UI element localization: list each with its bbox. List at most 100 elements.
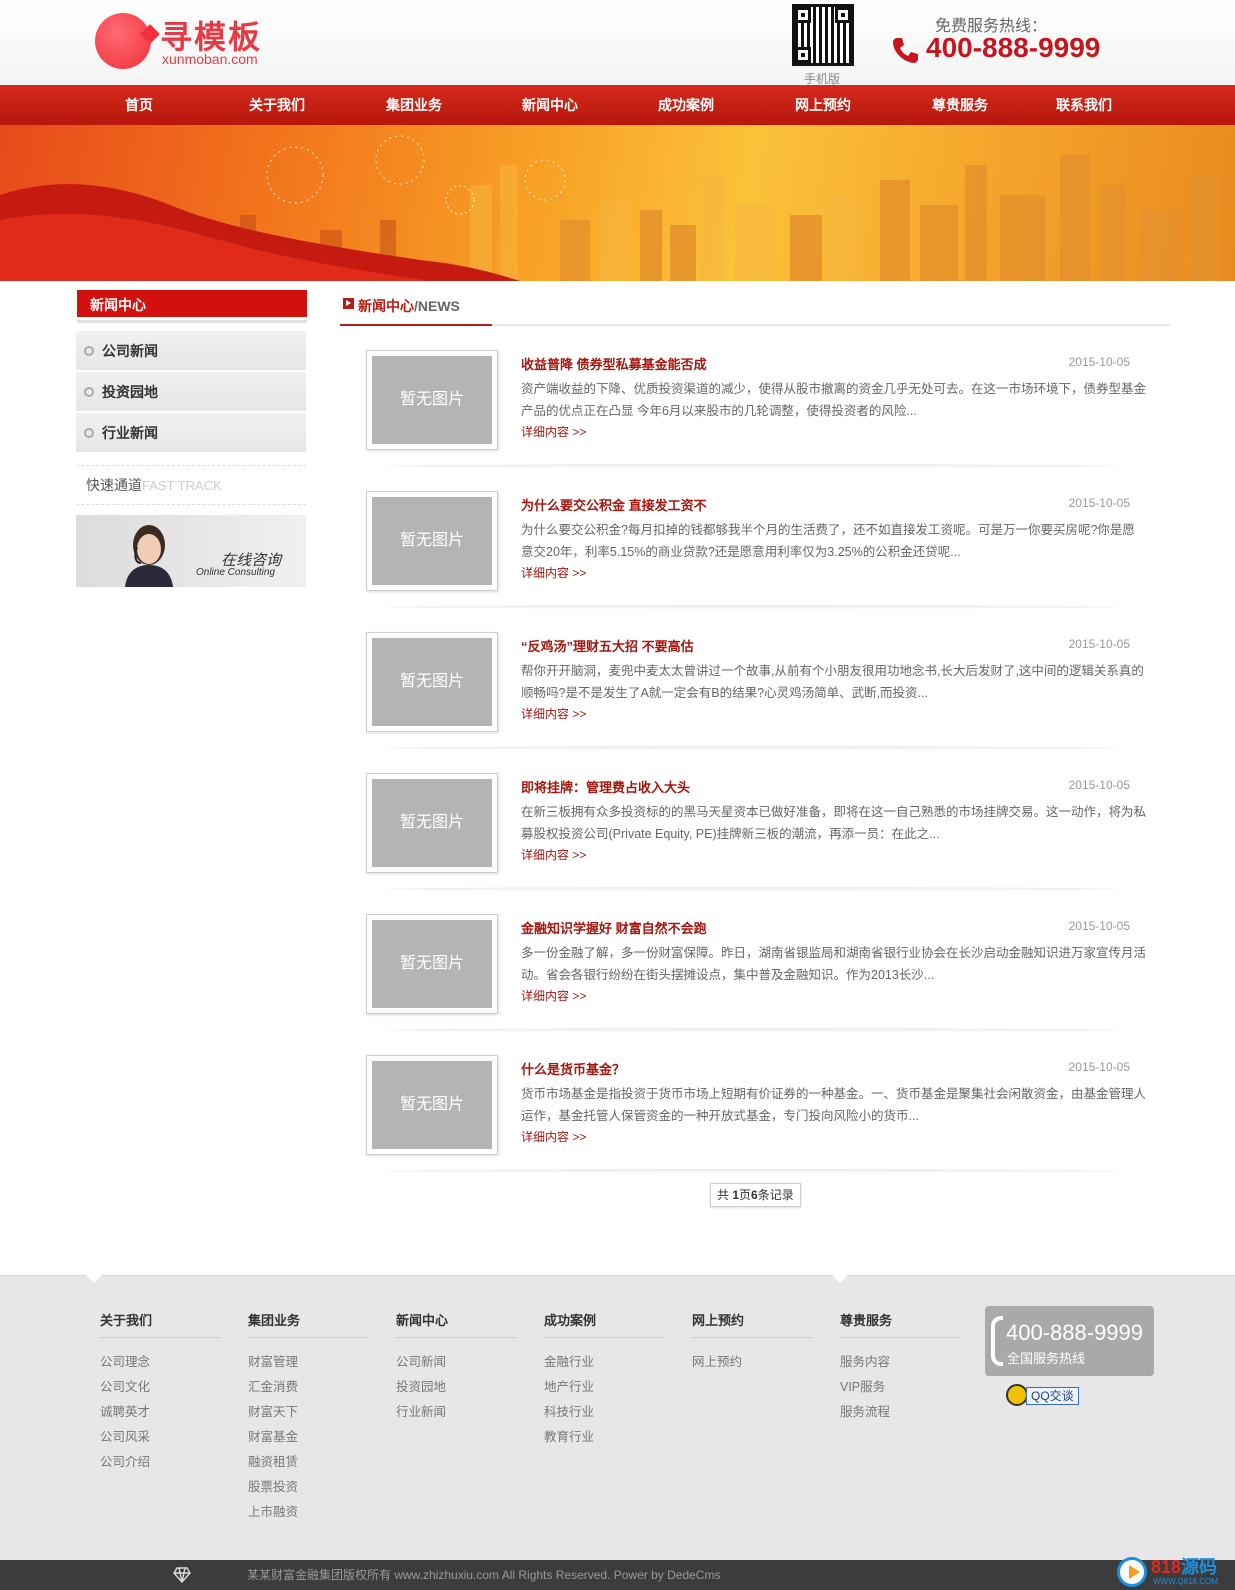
- news-summary: 多一份金融了解，多一份财富保障。昨日，湖南省银监局和湖南省银行业协会在长沙启动金…: [521, 946, 1147, 982]
- footer-column-about: 关于我们 公司理念 公司文化 诚聘英才 公司风采 公司介绍: [100, 1310, 220, 1475]
- footer-link[interactable]: 公司理念: [100, 1350, 220, 1375]
- nav-item-about[interactable]: 关于我们: [217, 85, 337, 125]
- watermark-brand: 818源码: [1151, 1557, 1218, 1577]
- copyright-text: 某某财富金融集团版权所有 www.zhizhuxiu.com All Right…: [247, 1568, 721, 1582]
- news-date: 2015-10-05: [1068, 1060, 1130, 1074]
- read-more-link[interactable]: 详细内容 >>: [521, 846, 586, 863]
- footer-column-cases: 成功案例 金融行业 地产行业 科技行业 教育行业: [544, 1310, 664, 1450]
- sidebar-item-investment[interactable]: 投资园地: [76, 372, 306, 412]
- footer-hotline-label: 全国服务热线: [1007, 1351, 1086, 1366]
- footer-notch: [832, 1275, 848, 1283]
- read-more-link[interactable]: 详细内容 >>: [521, 705, 586, 722]
- news-title[interactable]: “反鸡汤”理财五大招 不要高估: [521, 636, 694, 655]
- footer-column-booking: 网上预约 网上预约: [692, 1310, 812, 1375]
- sidebar-item-company-news[interactable]: 公司新闻: [76, 331, 306, 371]
- news-thumbnail[interactable]: 暂无图片: [366, 632, 498, 732]
- read-more-link[interactable]: 详细内容 >>: [521, 564, 586, 581]
- footer-link[interactable]: 地产行业: [544, 1375, 664, 1400]
- footer-column-heading: 新闻中心: [396, 1310, 516, 1338]
- news-thumbnail[interactable]: 暂无图片: [366, 1055, 498, 1155]
- list-item: 暂无图片 即将挂牌：管理费占收入大头 2015-10-05 在新三板拥有众多投资…: [366, 773, 1156, 914]
- sidebar-item-label: 公司新闻: [102, 342, 158, 359]
- list-item: 暂无图片 为什么要交公积金 直接发工资不 2015-10-05 为什么要交公积金…: [366, 491, 1156, 632]
- list-item: 暂无图片 什么是货币基金？ 2015-10-05 货币市场基金是指投资于货币市场…: [366, 1055, 1156, 1196]
- arrow-right-icon: [343, 298, 354, 309]
- footer-column-heading: 尊贵服务: [840, 1310, 960, 1338]
- footer-column-business: 集团业务 财富管理 汇金消费 财富天下 财富基金 融资租赁 股票投资 上市融资: [248, 1310, 368, 1525]
- bullet-icon: [84, 345, 94, 356]
- read-more-link[interactable]: 详细内容 >>: [521, 1128, 586, 1145]
- title-underline: [340, 324, 492, 326]
- footer-link[interactable]: 行业新闻: [396, 1400, 516, 1425]
- qr-code-icon: [792, 4, 854, 66]
- footer-link[interactable]: 汇金消费: [248, 1375, 368, 1400]
- footer-link[interactable]: 科技行业: [544, 1400, 664, 1425]
- nav-item-business[interactable]: 集团业务: [354, 85, 474, 125]
- news-thumbnail[interactable]: 暂无图片: [366, 491, 498, 591]
- sidebar-item-label: 行业新闻: [102, 424, 158, 441]
- footer-column-heading: 关于我们: [100, 1310, 220, 1338]
- news-summary: 在新三板拥有众多投资标的的黑马天星资本已做好准备，即将在这一自己熟悉的市场挂牌交…: [521, 805, 1147, 841]
- news-thumbnail[interactable]: 暂无图片: [366, 773, 498, 873]
- divider: [386, 887, 1118, 891]
- footer-link[interactable]: 融资租赁: [248, 1450, 368, 1475]
- footer-link[interactable]: 上市融资: [248, 1500, 368, 1525]
- footer-link[interactable]: 教育行业: [544, 1425, 664, 1450]
- footer-link[interactable]: 投资园地: [396, 1375, 516, 1400]
- footer-link[interactable]: 财富管理: [248, 1350, 368, 1375]
- online-consulting-banner[interactable]: 在线咨询 Online Consulting: [76, 515, 306, 587]
- footer-link[interactable]: 公司介绍: [100, 1450, 220, 1475]
- footer-link[interactable]: 诚聘英才: [100, 1400, 220, 1425]
- logo-icon[interactable]: [95, 13, 151, 69]
- nav-item-services[interactable]: 尊贵服务: [900, 85, 1020, 125]
- news-title[interactable]: 收益普降 债券型私募基金能否成: [521, 354, 707, 373]
- read-more-link[interactable]: 详细内容 >>: [521, 423, 586, 440]
- city-skyline-illustration: [0, 135, 1218, 281]
- footer-link[interactable]: 股票投资: [248, 1475, 368, 1500]
- news-thumbnail[interactable]: 暂无图片: [366, 350, 498, 450]
- sidebar-item-industry-news[interactable]: 行业新闻: [76, 413, 306, 453]
- news-summary: 资产端收益的下降、优质投资渠道的减少，使得从股市撤离的资金几乎无处可去。在这一市…: [521, 382, 1147, 418]
- footer-link[interactable]: 金融行业: [544, 1350, 664, 1375]
- footer-link[interactable]: 公司新闻: [396, 1350, 516, 1375]
- news-thumbnail[interactable]: 暂无图片: [366, 914, 498, 1014]
- fast-track-cn: 快速通道: [86, 477, 142, 493]
- news-title[interactable]: 什么是货币基金？: [521, 1059, 625, 1078]
- news-title[interactable]: 即将挂牌：管理费占收入大头: [521, 777, 690, 796]
- nav-item-contact[interactable]: 联系我们: [1024, 85, 1144, 125]
- list-item: 暂无图片 收益普降 债券型私募基金能否成 2015-10-05 资产端收益的下降…: [366, 350, 1156, 491]
- divider: [386, 605, 1118, 609]
- news-section-header: 新闻中心/NEWS: [340, 290, 1170, 326]
- footer-notch: [86, 1275, 102, 1283]
- nav-item-news[interactable]: 新闻中心: [490, 85, 610, 125]
- news-title[interactable]: 金融知识学握好 财富自然不会跑: [521, 918, 707, 937]
- footer-link[interactable]: 公司风采: [100, 1425, 220, 1450]
- bullet-icon: [84, 386, 94, 397]
- watermark-url: WWW.Q818.COM: [1153, 1577, 1218, 1586]
- copyright-bar: 某某财富金融集团版权所有 www.zhizhuxiu.com All Right…: [0, 1560, 1235, 1590]
- footer-column-heading: 成功案例: [544, 1310, 664, 1338]
- footer-link[interactable]: 服务流程: [840, 1400, 960, 1425]
- footer: 关于我们 公司理念 公司文化 诚聘英才 公司风采 公司介绍 集团业务 财富管理 …: [0, 1275, 1235, 1560]
- support-agent-avatar: [125, 525, 173, 587]
- pagination-info: 共 1页6条记录: [710, 1183, 801, 1207]
- read-more-link[interactable]: 详细内容 >>: [521, 987, 586, 1004]
- footer-link[interactable]: 网上预约: [692, 1350, 812, 1375]
- site-watermark-logo: 818源码 WWW.Q818.COM: [1117, 1553, 1235, 1590]
- footer-column-heading: 集团业务: [248, 1310, 368, 1338]
- news-summary: 为什么要交公积金?每月扣掉的钱都够我半个月的生活费了，还不如直接发工资呢。可是万…: [521, 523, 1135, 559]
- footer-column-news: 新闻中心 公司新闻 投资园地 行业新闻: [396, 1310, 516, 1425]
- consult-label-en: Online Consulting: [196, 567, 275, 578]
- footer-link[interactable]: 财富基金: [248, 1425, 368, 1450]
- news-title[interactable]: 为什么要交公积金 直接发工资不: [521, 495, 707, 514]
- nav-item-booking[interactable]: 网上预约: [763, 85, 883, 125]
- qq-penguin-icon: [1006, 1384, 1028, 1406]
- nav-item-cases[interactable]: 成功案例: [626, 85, 746, 125]
- footer-link[interactable]: 公司文化: [100, 1375, 220, 1400]
- logo-domain[interactable]: xunmoban.com: [162, 51, 258, 67]
- footer-link[interactable]: 财富天下: [248, 1400, 368, 1425]
- footer-link[interactable]: 服务内容: [840, 1350, 960, 1375]
- qq-chat-button[interactable]: QQ交谈: [1006, 1384, 1084, 1408]
- nav-item-home[interactable]: 首页: [79, 85, 199, 125]
- footer-link[interactable]: VIP服务: [840, 1375, 960, 1400]
